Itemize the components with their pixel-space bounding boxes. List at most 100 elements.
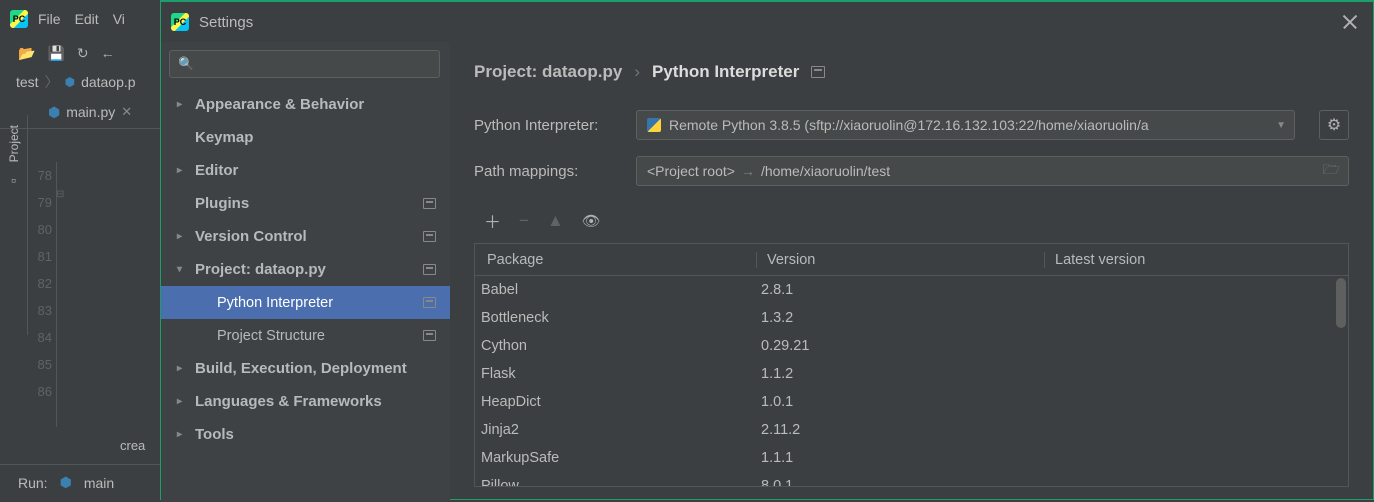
pkg-name: Bottleneck (475, 310, 757, 326)
mapping-left: <Project root> (647, 163, 735, 179)
chevron-icon: ▸ (177, 429, 187, 440)
search-icon: 🔍 (178, 56, 194, 72)
nav-label: Keymap (195, 129, 253, 146)
settings-nav-item[interactable]: ▸ Build, Execution, Deployment (161, 352, 450, 385)
python-file-icon: ⬢ (48, 104, 60, 121)
nav-label: Python Interpreter (217, 295, 333, 311)
menu-file[interactable]: File (34, 9, 65, 29)
nav-label: Languages & Frameworks (195, 393, 382, 410)
menu-edit[interactable]: Edit (71, 9, 103, 29)
breadcrumb-item[interactable]: dataop.p (81, 74, 136, 90)
pycharm-icon: PC (171, 13, 189, 31)
remove-package-button[interactable]: − (519, 211, 529, 231)
breadcrumb-project[interactable]: Project: dataop.py (474, 62, 622, 82)
settings-nav-item[interactable]: Project Structure (161, 319, 450, 352)
settings-nav-item[interactable]: Keymap (161, 121, 450, 154)
save-icon[interactable]: 💾 (47, 45, 64, 62)
nav-label: Project: dataop.py (195, 261, 326, 278)
open-icon[interactable]: 📂 (18, 45, 35, 62)
table-row[interactable]: Jinja22.11.2 (475, 416, 1348, 444)
table-row[interactable]: Babel2.8.1 (475, 276, 1348, 304)
table-header: Package Version Latest version (475, 244, 1348, 276)
nav-label: Tools (195, 426, 234, 443)
run-toolbar: Run: ⬢ main (0, 464, 160, 500)
upgrade-package-button[interactable]: ▲ (547, 211, 564, 231)
dialog-title: Settings (199, 14, 253, 31)
tab-label: main.py (66, 104, 115, 120)
settings-content: Project: dataop.py › Python Interpreter … (450, 42, 1373, 502)
settings-nav-item[interactable]: ▸Languages & Frameworks (161, 385, 450, 418)
menu-view[interactable]: Vi (109, 9, 129, 29)
pkg-version: 1.1.1 (757, 450, 1045, 466)
nav-label: Version Control (195, 228, 307, 245)
settings-nav-item[interactable]: ▾Project: dataop.py (161, 253, 450, 286)
show-early-releases-button[interactable]: 👁 (582, 212, 601, 230)
pkg-version: 8.0.1 (757, 478, 1045, 486)
col-version[interactable]: Version (757, 252, 1045, 268)
add-package-button[interactable]: ＋ (484, 208, 501, 233)
settings-nav-item[interactable]: ▸Editor (161, 154, 450, 187)
python-file-icon: ⬢ (60, 474, 72, 491)
settings-nav-item[interactable]: ▸Appearance & Behavior (161, 88, 450, 121)
pkg-version: 2.8.1 (757, 282, 1045, 298)
package-table: Package Version Latest version Babel2.8.… (474, 243, 1349, 487)
menubar: PC File Edit Vi (0, 0, 160, 38)
fold-marker[interactable]: ⊟ (56, 189, 64, 200)
line-number: 82 (28, 270, 52, 297)
project-label: Project (7, 125, 21, 162)
table-row[interactable]: Pillow8.0.1 (475, 472, 1348, 486)
pkg-version: 1.1.2 (757, 366, 1045, 382)
breadcrumb-item[interactable]: test (16, 74, 39, 90)
settings-nav-item[interactable]: Plugins (161, 187, 450, 220)
settings-search-input[interactable]: 🔍 (169, 50, 440, 78)
pkg-name: Babel (475, 282, 757, 298)
settings-nav-item[interactable]: Python Interpreter (161, 286, 450, 319)
interpreter-dropdown[interactable]: Remote Python 3.8.5 (sftp://xiaoruolin@1… (636, 110, 1295, 140)
main-ide-window: PC File Edit Vi 📂 💾 ↻ ← test 〉 ⬢ dataop.… (0, 0, 160, 500)
line-number: 79 (28, 189, 52, 216)
table-row[interactable]: Flask1.1.2 (475, 360, 1348, 388)
module-badge-icon (423, 330, 436, 341)
mapping-right: /home/xiaoruolin/test (761, 163, 890, 179)
run-label: Run: (18, 475, 48, 491)
close-icon[interactable] (1341, 14, 1357, 30)
table-row[interactable]: HeapDict1.0.1 (475, 388, 1348, 416)
table-row[interactable]: MarkupSafe1.1.1 (475, 444, 1348, 472)
run-config[interactable]: main (84, 475, 114, 491)
mappings-label: Path mappings: (474, 163, 620, 180)
path-mappings-input[interactable]: <Project root> → /home/xiaoruolin/test 🗁 (636, 156, 1349, 186)
gear-icon: ⚙ (1327, 115, 1341, 135)
interpreter-value: Remote Python 3.8.5 (sftp://xiaoruolin@1… (669, 117, 1149, 133)
pkg-version: 1.3.2 (757, 310, 1045, 326)
chevron-right-icon: 〉 (45, 72, 59, 92)
line-number: 83 (28, 297, 52, 324)
settings-nav-item[interactable]: ▸Version Control (161, 220, 450, 253)
table-row[interactable]: Cython0.29.21 (475, 332, 1348, 360)
python-file-icon: ⬢ (65, 75, 75, 89)
back-icon[interactable]: ← (101, 45, 115, 61)
scrollbar[interactable] (1336, 278, 1346, 328)
col-package[interactable]: Package (475, 252, 757, 268)
settings-nav-item[interactable]: ▸ Tools (161, 418, 450, 451)
interpreter-settings-button[interactable]: ⚙ (1319, 110, 1349, 140)
nav-label: Plugins (195, 195, 249, 212)
refresh-icon[interactable]: ↻ (77, 45, 89, 62)
folder-icon[interactable]: 🗁 (1323, 159, 1340, 183)
pkg-name: Jinja2 (475, 422, 757, 438)
close-tab-icon[interactable]: ✕ (121, 104, 132, 120)
chevron-down-icon: ▼ (1276, 120, 1286, 131)
module-badge-icon (423, 297, 436, 308)
nav-label: Build, Execution, Deployment (195, 360, 407, 377)
col-latest[interactable]: Latest version (1045, 252, 1348, 268)
chevron-icon: ▸ (177, 363, 187, 374)
breadcrumb-current: Python Interpreter (652, 62, 799, 82)
table-row[interactable]: Bottleneck1.3.2 (475, 304, 1348, 332)
editor-area[interactable] (56, 162, 131, 427)
folder-icon: ▫ (0, 172, 27, 188)
chevron-icon: ▸ (177, 99, 187, 110)
pkg-version: 2.11.2 (757, 422, 1045, 438)
pkg-name: Flask (475, 366, 757, 382)
module-badge-icon (423, 231, 436, 242)
python-icon (647, 118, 661, 132)
project-tool-window[interactable]: Project ▫ (0, 115, 28, 335)
